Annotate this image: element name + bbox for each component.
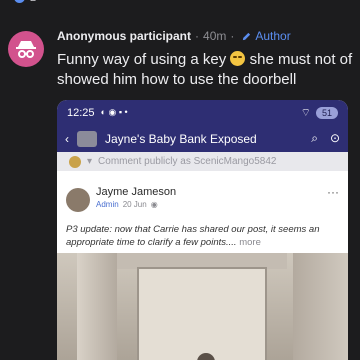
- author-badge-label: Author: [255, 29, 291, 43]
- globe-icon: ◉: [150, 200, 158, 209]
- battery-icon: 51: [315, 106, 338, 119]
- author-badge: Author: [241, 29, 291, 43]
- caret-down-icon: ▾: [87, 156, 93, 167]
- photo-door: [137, 267, 267, 360]
- upvote-dot-icon: [14, 0, 25, 3]
- post-meta: Admin 20 Jun ◉: [96, 200, 158, 209]
- vote-count: 2: [30, 0, 36, 4]
- group-app-bar: ‹ Jayne's Baby Bank Exposed ⌕ ⊙: [57, 125, 348, 152]
- status-notification-icons: ◐ ◉ ▪ •: [100, 107, 128, 117]
- meta-separator: ·: [230, 29, 235, 43]
- grimace-emoji-icon: [230, 51, 246, 66]
- comment-text-start: Funny way of using a key: [57, 51, 231, 68]
- search-icon: ⌕: [311, 131, 318, 145]
- see-more-link: more: [239, 237, 261, 248]
- wifi-icon: ⌔: [300, 106, 311, 119]
- post-date: 20 Jun: [122, 200, 147, 209]
- post-text: P3 update: now that Carrie has shared ou…: [66, 223, 341, 249]
- comment-placeholder: Comment publicly as ScenicMango5842: [98, 156, 277, 167]
- post-text-body: P3 update: now that Carrie has shared ou…: [66, 224, 320, 248]
- status-time: 12:25: [67, 106, 95, 119]
- commenter-avatar[interactable]: [8, 31, 44, 67]
- back-arrow-icon: ‹: [65, 131, 69, 146]
- phone-status-bar: 12:25 ◐ ◉ ▪ • ⌔ 51: [57, 100, 348, 125]
- pencil-icon: [243, 32, 251, 40]
- comment-author[interactable]: Anonymous participant: [57, 29, 191, 43]
- attached-screenshot[interactable]: 12:25 ◐ ◉ ▪ • ⌔ 51 ‹ Jayne's Baby Bank E…: [57, 100, 348, 360]
- photo-wall-right: [293, 253, 348, 360]
- comment-composer: ▾ Comment publicly as ScenicMango5842: [57, 152, 348, 171]
- comment-time: 40m: [203, 29, 227, 43]
- photo-wall-left: [77, 253, 117, 360]
- user-mini-avatar: [69, 155, 81, 168]
- post-photo-doorway: [57, 253, 348, 360]
- anonymous-incognito-icon: [16, 41, 36, 58]
- previous-comment-stub: 2: [0, 0, 360, 6]
- post-author-avatar: [66, 188, 90, 212]
- post-author: Jayme Jameson: [96, 186, 177, 198]
- post-menu-icon: ···: [327, 185, 339, 199]
- group-title: Jayne's Baby Bank Exposed: [105, 131, 257, 146]
- comment-meta: Anonymous participant · 40m · Author: [57, 29, 291, 43]
- facebook-post: Jayme Jameson Admin 20 Jun ◉ ··· P3 upda…: [57, 171, 348, 360]
- admin-badge: Admin: [96, 200, 119, 209]
- comment-body: Funny way of using a key she must not of…: [57, 50, 353, 90]
- meta-separator: ·: [195, 29, 200, 43]
- group-thumbnail: [77, 130, 97, 147]
- more-options-icon: ⊙: [329, 131, 340, 145]
